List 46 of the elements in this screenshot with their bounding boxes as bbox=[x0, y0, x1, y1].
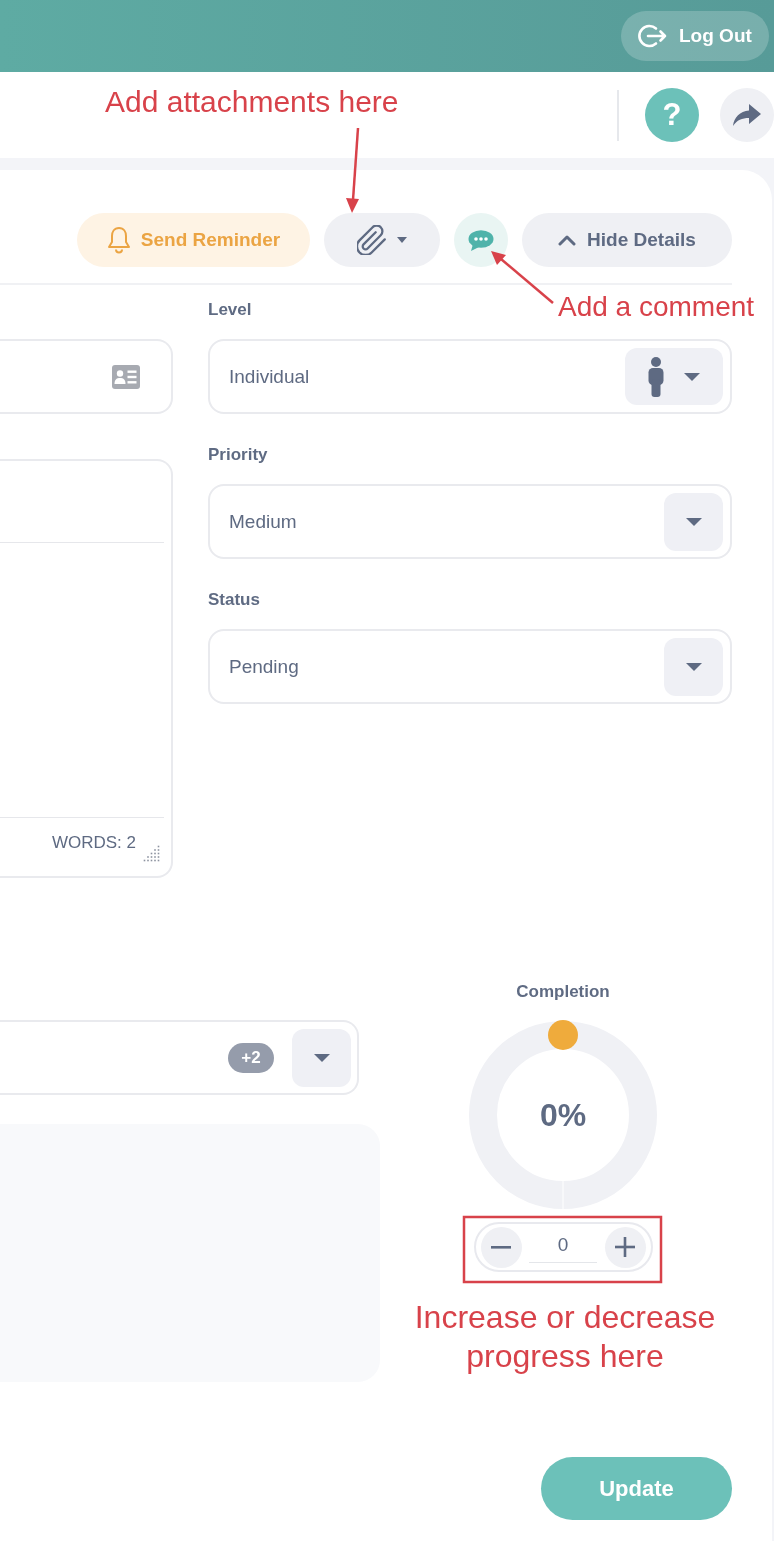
select-field[interactable]: Medium bbox=[208, 484, 732, 559]
annotation-text: Increase or decrease progress here bbox=[413, 1298, 717, 1376]
comment-button[interactable] bbox=[454, 213, 508, 267]
logout-icon bbox=[637, 23, 667, 49]
select-field[interactable]: Pending bbox=[208, 629, 732, 704]
caret-icon bbox=[684, 372, 700, 381]
completion-percentage: 0% bbox=[539, 1097, 587, 1133]
field-label: Priority bbox=[208, 445, 268, 465]
dropdown-button[interactable] bbox=[664, 637, 723, 696]
input-field[interactable] bbox=[0, 339, 173, 414]
text-editor[interactable]: WORDS: 2 bbox=[0, 459, 173, 878]
progress-ring[interactable] bbox=[469, 1020, 657, 1210]
caret-icon bbox=[313, 1053, 330, 1062]
resize-grip-icon[interactable] bbox=[143, 845, 160, 862]
minus-icon bbox=[491, 1245, 511, 1249]
field-label: Status bbox=[208, 590, 260, 610]
attachment-dropdown-button[interactable] bbox=[324, 213, 440, 267]
speech-bubble-icon bbox=[468, 229, 494, 251]
increase-button[interactable] bbox=[604, 1226, 646, 1268]
multi-select-field[interactable]: +2 bbox=[0, 1020, 359, 1095]
dropdown-button[interactable] bbox=[625, 348, 723, 405]
paperclip-icon bbox=[357, 225, 387, 255]
caret-icon bbox=[685, 662, 702, 671]
decrease-button[interactable] bbox=[480, 1226, 522, 1268]
annotation-text: Add a comment bbox=[558, 291, 755, 323]
plus-icon bbox=[615, 1237, 635, 1257]
annotation-text: Add attachments here bbox=[105, 85, 399, 119]
completion-label: Completion bbox=[516, 982, 610, 1002]
progress-thumb[interactable] bbox=[548, 1020, 578, 1050]
hide-details-button[interactable]: Hide Details bbox=[522, 213, 732, 267]
word-count: WORDS: 2 bbox=[51, 833, 136, 853]
dropdown-button[interactable] bbox=[664, 492, 723, 551]
progress-stepper[interactable]: 0 bbox=[473, 1222, 653, 1272]
progress-input[interactable]: 0 bbox=[529, 1227, 597, 1263]
forward-button[interactable] bbox=[720, 88, 774, 142]
person-icon bbox=[648, 356, 664, 397]
field-label: Level bbox=[208, 300, 252, 320]
select-field[interactable]: Individual bbox=[208, 339, 732, 414]
caret-icon bbox=[397, 237, 407, 243]
id-card-icon bbox=[112, 364, 140, 389]
bell-icon bbox=[106, 226, 131, 254]
count-badge: +2 bbox=[228, 1042, 274, 1073]
curved-arrow-icon bbox=[733, 104, 761, 126]
dropdown-button[interactable] bbox=[292, 1028, 351, 1087]
annotation-arrow bbox=[491, 251, 554, 304]
caret-icon bbox=[685, 517, 702, 526]
